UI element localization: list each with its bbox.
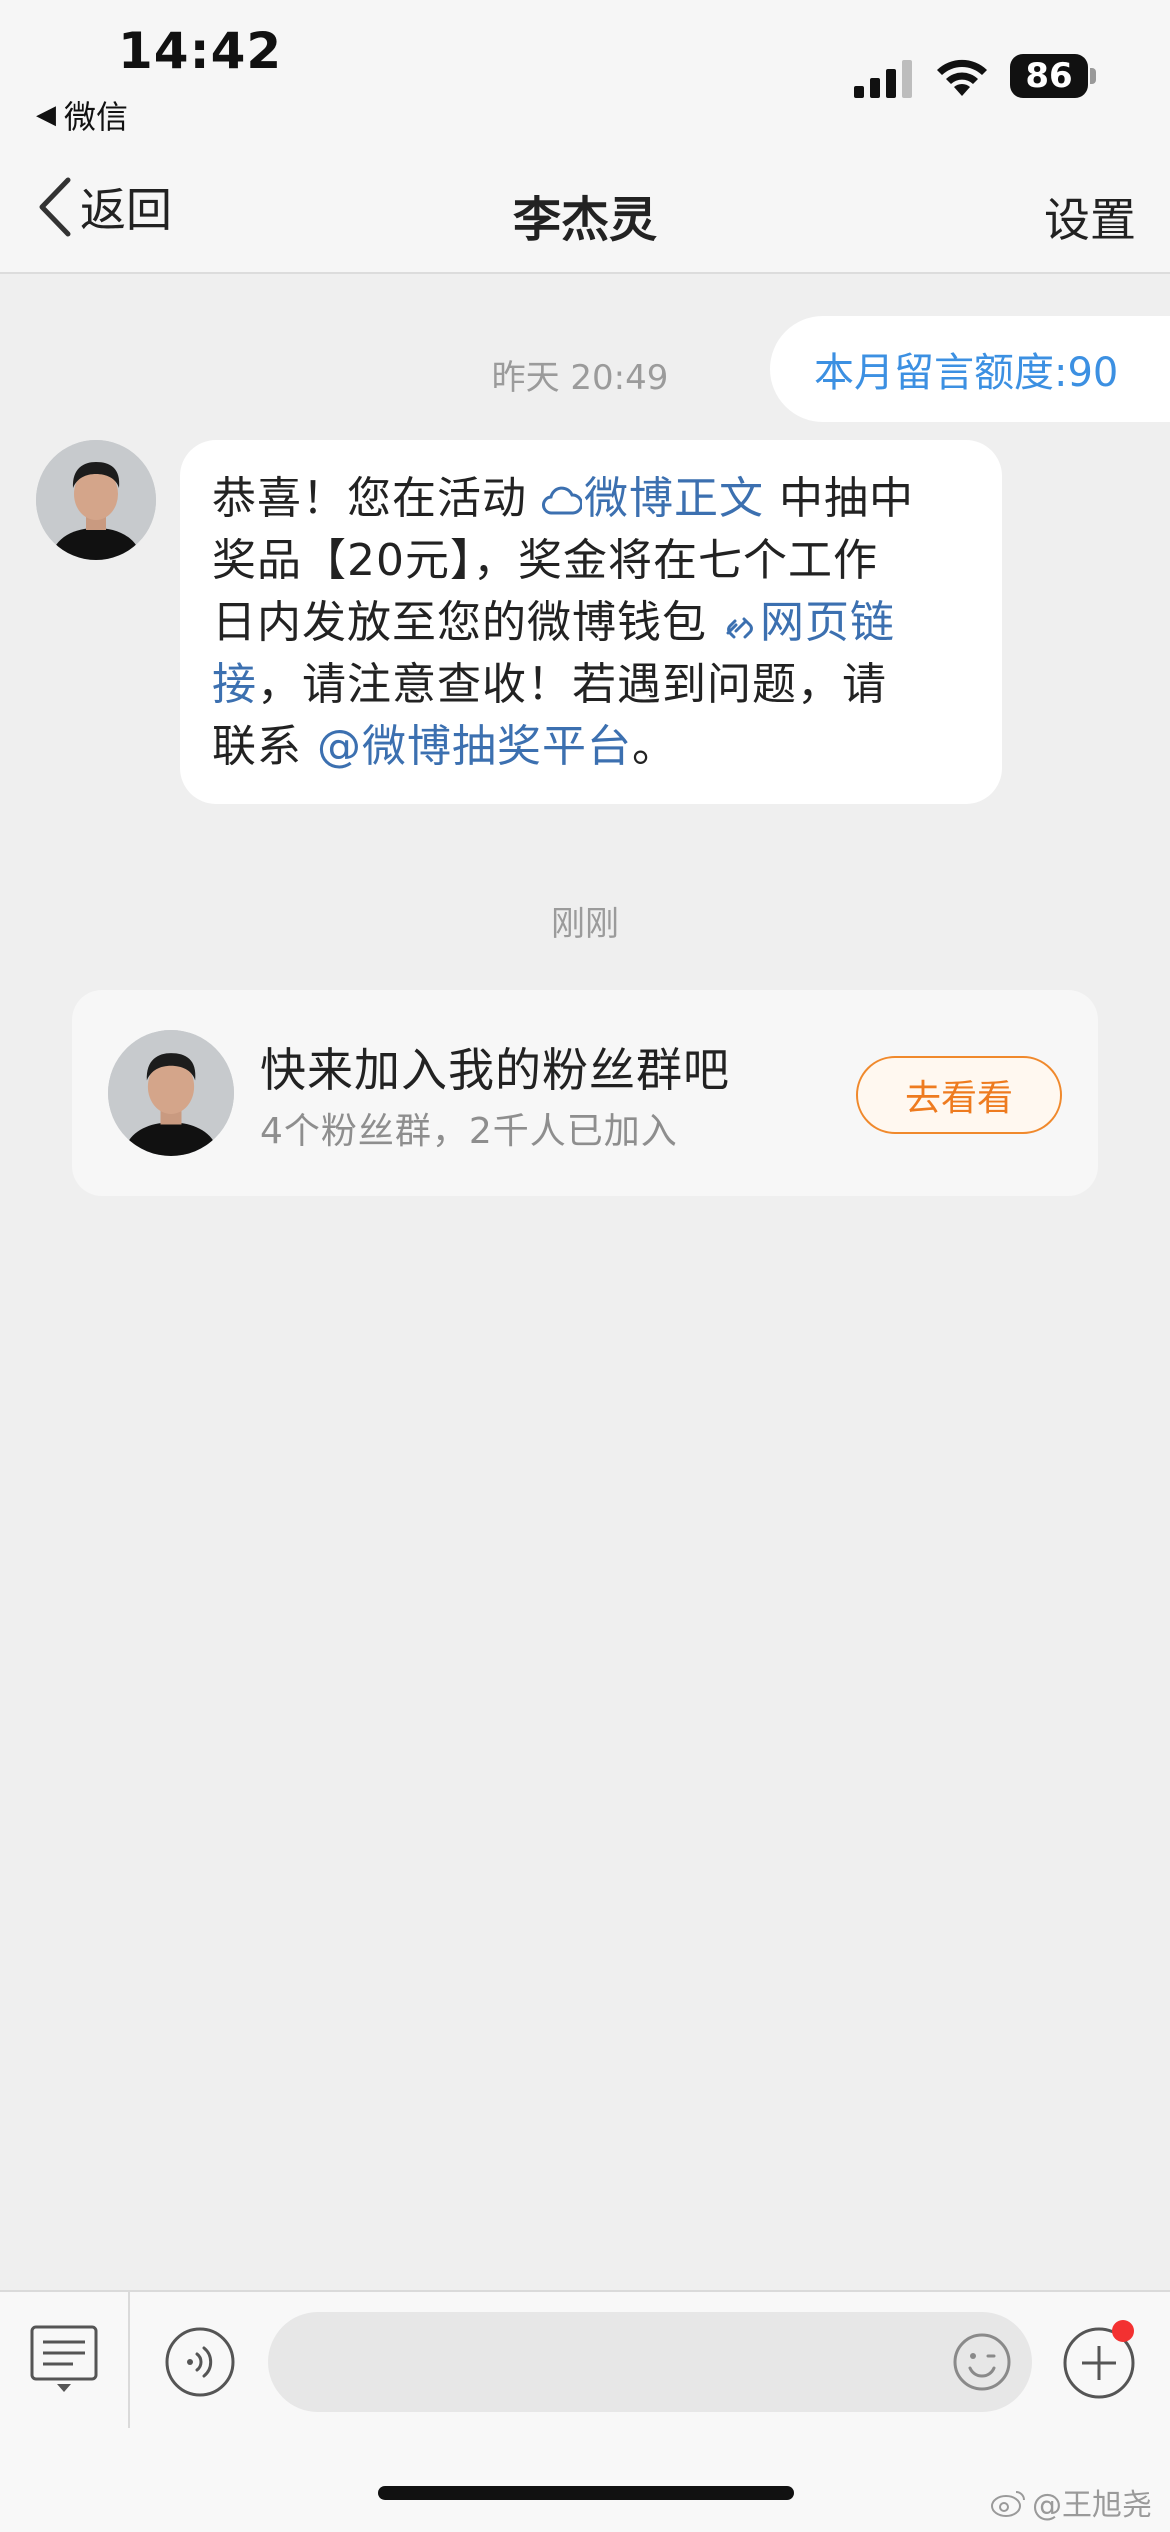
message-text: ，请注意查收！若遇到问题，请 bbox=[257, 659, 887, 710]
message-line: 恭喜！您在活动 微博正文 中抽中 bbox=[212, 468, 970, 530]
message-line: 日内发放至您的微博钱包 网页链 bbox=[212, 592, 970, 654]
voice-icon[interactable] bbox=[164, 2326, 236, 2398]
view-fan-group-button[interactable]: 去看看 bbox=[856, 1056, 1062, 1134]
avatar[interactable] bbox=[36, 440, 156, 560]
cloud-icon bbox=[542, 486, 582, 515]
fan-group-card[interactable]: 快来加入我的粉丝群吧 4个粉丝群，2千人已加入 去看看 bbox=[72, 990, 1098, 1196]
message-text: 联系 bbox=[212, 721, 317, 772]
cellular-signal-icon bbox=[854, 60, 912, 98]
message-line: 奖品【20元】，奖金将在七个工作 bbox=[212, 535, 878, 586]
status-time: 14:42 bbox=[118, 22, 283, 80]
settings-button[interactable]: 设置 bbox=[1044, 184, 1136, 250]
nav-bar: 返回 李杰灵 设置 bbox=[0, 140, 1170, 274]
avatar-image bbox=[36, 440, 156, 560]
wifi-icon bbox=[937, 59, 987, 96]
web-link-text-continued[interactable]: 接 bbox=[212, 659, 257, 710]
emoji-icon[interactable] bbox=[952, 2332, 1012, 2392]
fan-group-subtitle: 4个粉丝群，2千人已加入 bbox=[260, 1111, 678, 1152]
status-bar: 14:42 ◀ 微信 86 bbox=[0, 0, 1170, 140]
message-text: 。 bbox=[632, 721, 677, 772]
message-text: 恭喜！您在活动 bbox=[212, 473, 542, 524]
avatar-image bbox=[108, 1030, 234, 1156]
message-line: 联系 @微博抽奖平台。 bbox=[212, 716, 970, 778]
menu-toggle-button[interactable] bbox=[0, 2292, 130, 2428]
message-text: 中抽中 bbox=[764, 473, 914, 524]
page-title: 李杰灵 bbox=[512, 192, 657, 248]
message-bubble: 恭喜！您在活动 微博正文 中抽中 奖品【20元】，奖金将在七个工作 日内发放至您… bbox=[180, 440, 1002, 804]
link-icon bbox=[726, 617, 753, 639]
fan-group-avatar bbox=[108, 1030, 234, 1156]
back-app-label: 微信 bbox=[64, 98, 129, 136]
notification-dot bbox=[1112, 2320, 1134, 2342]
message-line: 接，请注意查收！若遇到问题，请 bbox=[212, 654, 970, 716]
web-link[interactable]: 网页链 bbox=[722, 597, 895, 648]
battery-indicator: 86 bbox=[1010, 54, 1088, 98]
web-link-text: 网页链 bbox=[760, 597, 895, 648]
home-indicator[interactable] bbox=[378, 2486, 794, 2500]
back-triangle-icon: ◀ bbox=[36, 100, 56, 130]
watermark-text: @王旭尧 bbox=[1032, 2488, 1152, 2523]
battery-nub bbox=[1090, 68, 1096, 84]
message-input[interactable] bbox=[268, 2312, 1032, 2412]
weibo-post-link-text: 微博正文 bbox=[584, 473, 764, 524]
message-text: 日内发放至您的微博钱包 bbox=[212, 597, 722, 648]
lottery-platform-mention[interactable]: @微博抽奖平台 bbox=[317, 721, 632, 772]
timestamp-yesterday: 昨天 20:49 bbox=[491, 358, 669, 398]
weibo-logo-icon bbox=[991, 2491, 1025, 2517]
watermark: @王旭尧 bbox=[990, 2480, 1152, 2524]
menu-keyboard-icon bbox=[30, 2325, 98, 2392]
back-to-app-link[interactable]: ◀ 微信 bbox=[36, 92, 128, 138]
fan-group-title: 快来加入我的粉丝群吧 bbox=[260, 1043, 730, 1097]
weibo-post-link[interactable]: 微博正文 bbox=[542, 473, 764, 524]
timestamp-just-now: 刚刚 bbox=[551, 904, 619, 944]
